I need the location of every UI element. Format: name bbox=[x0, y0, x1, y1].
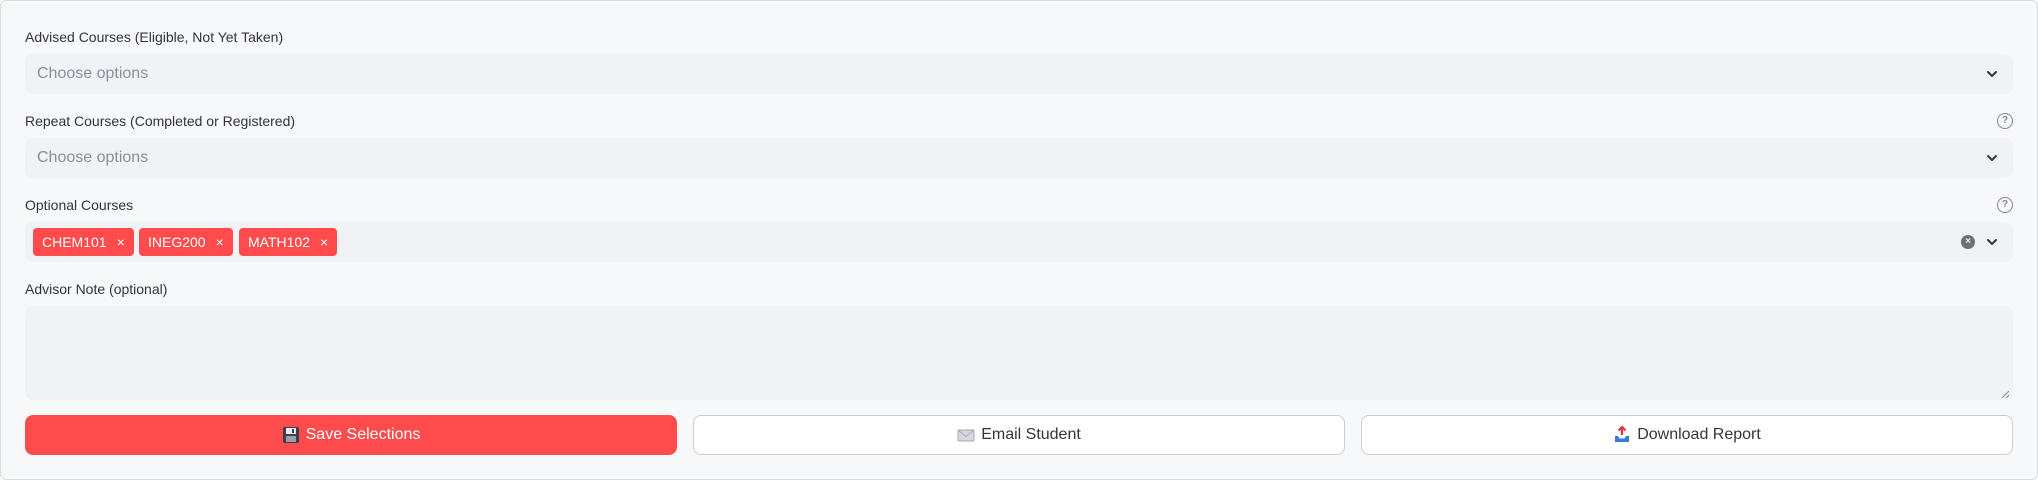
remove-tag-icon[interactable]: × bbox=[117, 234, 125, 250]
outbox-tray-icon bbox=[1615, 426, 1630, 442]
course-tag-chem101[interactable]: CHEM101 × bbox=[33, 228, 134, 256]
advised-courses-label: Advised Courses (Eligible, Not Yet Taken… bbox=[25, 29, 284, 45]
course-tag-ineg200[interactable]: INEG200 × bbox=[139, 228, 233, 256]
chevron-down-icon[interactable] bbox=[1985, 151, 1999, 165]
floppy-disk-icon bbox=[282, 427, 299, 443]
email-student-label: Email Student bbox=[981, 426, 1081, 443]
repeat-courses-label: Repeat Courses (Completed or Registered) bbox=[25, 113, 296, 129]
question-circle-icon[interactable]: ? bbox=[1997, 197, 2013, 213]
save-selections-label: Save Selections bbox=[305, 426, 421, 443]
chevron-down-icon[interactable] bbox=[1985, 235, 1999, 249]
chevron-down-icon[interactable] bbox=[1985, 67, 1999, 81]
optional-courses-label: Optional Courses bbox=[25, 197, 134, 213]
advised-courses-placeholder: Choose options bbox=[37, 65, 149, 82]
advising-form-panel: Advised Courses (Eligible, Not Yet Taken… bbox=[0, 0, 2038, 480]
repeat-courses-placeholder: Choose options bbox=[37, 149, 149, 166]
repeat-courses-select[interactable]: Choose options bbox=[25, 138, 2013, 178]
advisor-note-label: Advisor Note (optional) bbox=[25, 281, 168, 297]
optional-courses-multiselect[interactable]: CHEM101 × INEG200 × MATH102 × × bbox=[25, 222, 2013, 262]
advised-courses-select[interactable]: Choose options bbox=[25, 54, 2013, 94]
course-tag-math102[interactable]: MATH102 × bbox=[239, 228, 338, 256]
question-circle-icon[interactable]: ? bbox=[1997, 113, 2013, 129]
download-report-button[interactable]: Download Report bbox=[1361, 415, 2013, 455]
save-selections-button[interactable]: Save Selections bbox=[25, 415, 677, 455]
envelope-icon bbox=[957, 429, 975, 442]
download-report-label: Download Report bbox=[1637, 426, 1761, 443]
advisor-note-textarea[interactable] bbox=[25, 306, 2013, 400]
email-student-button[interactable]: Email Student bbox=[693, 415, 1345, 455]
course-tag-label: CHEM101 bbox=[42, 234, 107, 250]
remove-tag-icon[interactable]: × bbox=[216, 234, 224, 250]
course-tag-label: MATH102 bbox=[248, 234, 310, 250]
resize-grip-icon[interactable] bbox=[2001, 390, 2009, 398]
remove-tag-icon[interactable]: × bbox=[320, 234, 328, 250]
course-tag-label: INEG200 bbox=[148, 234, 206, 250]
clear-all-icon[interactable]: × bbox=[1961, 235, 1975, 249]
